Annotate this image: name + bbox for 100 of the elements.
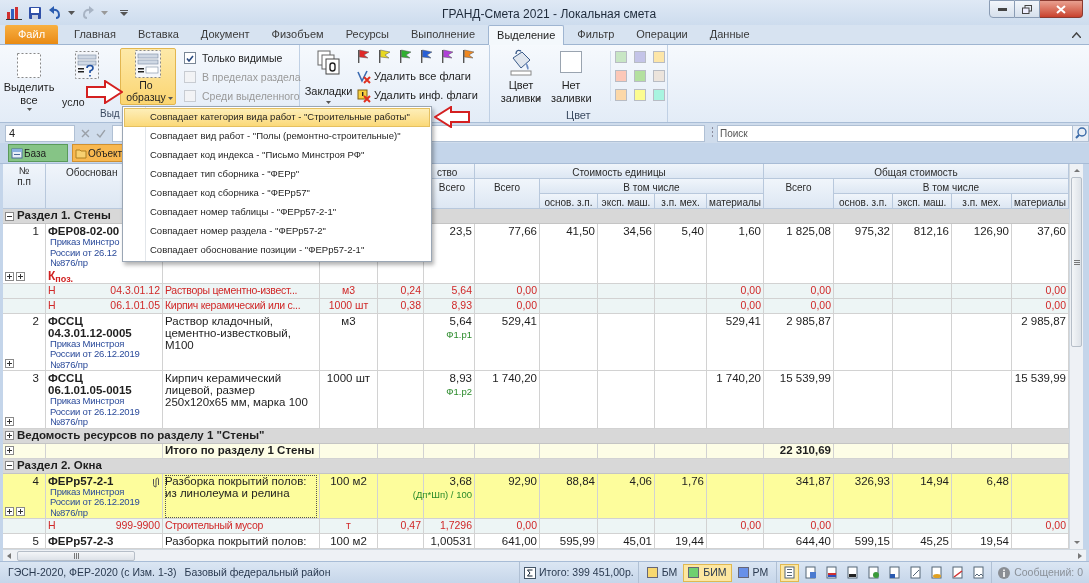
table-cell-text: 45,01 (622, 535, 652, 547)
table-cell-text: 326,93 (853, 474, 890, 487)
position-code: 04.3.01.12-0005 (48, 326, 132, 339)
resource-name: Растворы цементно-извест... (165, 283, 298, 298)
resource-code: 04.3.01.12 (110, 283, 160, 298)
row-number: 3 (31, 372, 40, 384)
position-name: Разборка покрытий полов: (165, 535, 308, 547)
table-cell-text: 4,06 (628, 474, 652, 487)
column-header: з.п. мех. (952, 194, 1012, 209)
table-cell: 0,00 (810, 283, 831, 298)
table-cell: 15 539,99 (1014, 372, 1066, 384)
table-cell-text: 2 985,87 (785, 314, 831, 327)
table-cell: 0,00 (810, 519, 831, 533)
section-title: Ведомость ресурсов по разделу 1 "Стены" (17, 427, 265, 443)
position-name: Разборка покрытий полов: из линолеума и релина (165, 474, 317, 518)
window-title: ГРАНД-Смета 2021 - Локальная смета (442, 6, 657, 23)
total-amount: Итого: 399 451,00р. (539, 564, 634, 580)
table-cell: 1,00531 (430, 535, 472, 547)
table-cell-text: 100 м2 (329, 535, 368, 547)
table-cell: 0,00 (516, 519, 537, 533)
source-text: №876/пр (49, 359, 88, 370)
column-header: № п.п (3, 164, 46, 209)
table-cell: 3,68 (449, 474, 472, 487)
row-number: 4 (31, 474, 40, 487)
position-code: ФЕР08-02-00 (48, 225, 120, 237)
column-header: материалы (1012, 194, 1069, 209)
column-header: основ. з.п. (540, 194, 598, 209)
table-cell: 1000 шт (328, 298, 369, 313)
table-cell-text: 644,40 (794, 535, 831, 547)
position-code: ФЕРр57-2-3 (48, 535, 114, 547)
group-label: Цвет (566, 108, 591, 123)
table-cell-text: 126,90 (972, 225, 1009, 237)
position-name: Кирпич керамический лицевой, размер 250х120х65 мм, марка 100 (165, 372, 309, 408)
position-name: Раствор кладочный, цементно-известковый, М100 (165, 314, 292, 351)
table-cell: 1,7296 (439, 519, 472, 533)
table-cell-text: 77,66 (507, 225, 537, 237)
table-cell-text: 15 539,99 (778, 372, 831, 384)
table-cell: 0,00 (740, 298, 761, 313)
table-cell-text: 41,50 (565, 225, 595, 237)
row-number: 5 (31, 535, 40, 547)
resource-code: 06.1.01.05 (110, 298, 160, 313)
table-cell-text: 14,94 (919, 474, 949, 487)
checkbox-label: В пределах раздела (202, 71, 301, 83)
table-cell-text: 1000 шт (325, 372, 372, 384)
formula-note: Ф1.р1 (446, 328, 472, 341)
source-text: Приказ Минстроя (49, 338, 125, 349)
table-cell: 0,00 (740, 519, 761, 533)
table-cell-text: м3 (340, 314, 357, 327)
table-cell-text: 1 740,20 (715, 372, 761, 384)
resource-name: Строительный мусор (165, 519, 263, 533)
column-header: Всего (764, 179, 834, 209)
table-cell-text: 1,60 (737, 225, 761, 237)
group-label: Выд (100, 108, 120, 120)
table-cell-text: 19,44 (674, 535, 704, 547)
table-cell-text: 1 825,08 (785, 225, 831, 237)
source-text: России от 26.12.2019 (49, 349, 140, 360)
formula-note: Ф1.р2 (446, 386, 472, 398)
column-header: В том числе (540, 179, 764, 194)
table-cell: 0,00 (516, 283, 537, 298)
status-text: Базовый федеральный район (184, 564, 331, 580)
table-cell: 0,24 (400, 283, 421, 298)
coefficient-mark: К$_{поз.}$ (48, 269, 75, 283)
source-text: Приказ Минстроя (49, 396, 125, 407)
summary-total: 22 310,69 (779, 443, 831, 458)
resource-type: Н (48, 298, 56, 313)
table-cell-text: 641,00 (500, 535, 537, 547)
source-text: России от 26.12.2019 (49, 406, 140, 417)
table-cell-text: 5,40 (680, 225, 704, 237)
formula-note: (Дп*Шп) / 100 (412, 488, 472, 501)
table-cell: 0,00 (1045, 519, 1066, 533)
table-cell-text: 599,15 (853, 535, 890, 547)
table-cell-text: 812,16 (912, 225, 949, 237)
source-text: №876/пр (49, 258, 88, 269)
section-title: Раздел 1. Стены (17, 208, 111, 224)
table-cell-text: 100 м2 (329, 474, 368, 487)
table-cell: 0,38 (400, 298, 421, 313)
source-text: России от 26.12.2019 (49, 497, 140, 508)
table-cell-text: 529,41 (500, 314, 537, 327)
source-text: России от 26.12 (49, 247, 117, 258)
column-header: материалы (707, 194, 764, 209)
row-number: 2 (31, 314, 40, 327)
source-text: Приказ Минстро (49, 237, 120, 248)
resource-type: Н (48, 283, 56, 298)
table-cell-text: 45,25 (919, 535, 949, 547)
source-text: №876/пр (49, 507, 88, 518)
checkbox-label: Среди выделенного (202, 90, 300, 102)
table-cell-text: 88,84 (565, 474, 595, 487)
summary-label: Итого по разделу 1 Стены (165, 443, 315, 458)
table-cell-text: 34,56 (622, 225, 652, 237)
resource-code: 999-9900 (115, 519, 160, 533)
position-code: 06.1.01.05-0015 (48, 384, 132, 396)
table-cell-text: 529,41 (724, 314, 761, 327)
checkbox-label: Только видимые (202, 52, 283, 64)
table-cell-text: 92,90 (507, 474, 537, 487)
table-cell: 0,00 (516, 298, 537, 313)
table-cell-text: 341,87 (794, 474, 831, 487)
row-number: 1 (31, 225, 40, 237)
column-header: эксп. маш. (598, 194, 655, 209)
table-cell-text: 19,54 (979, 535, 1009, 547)
column-header: Стоимость единицы (475, 164, 764, 179)
